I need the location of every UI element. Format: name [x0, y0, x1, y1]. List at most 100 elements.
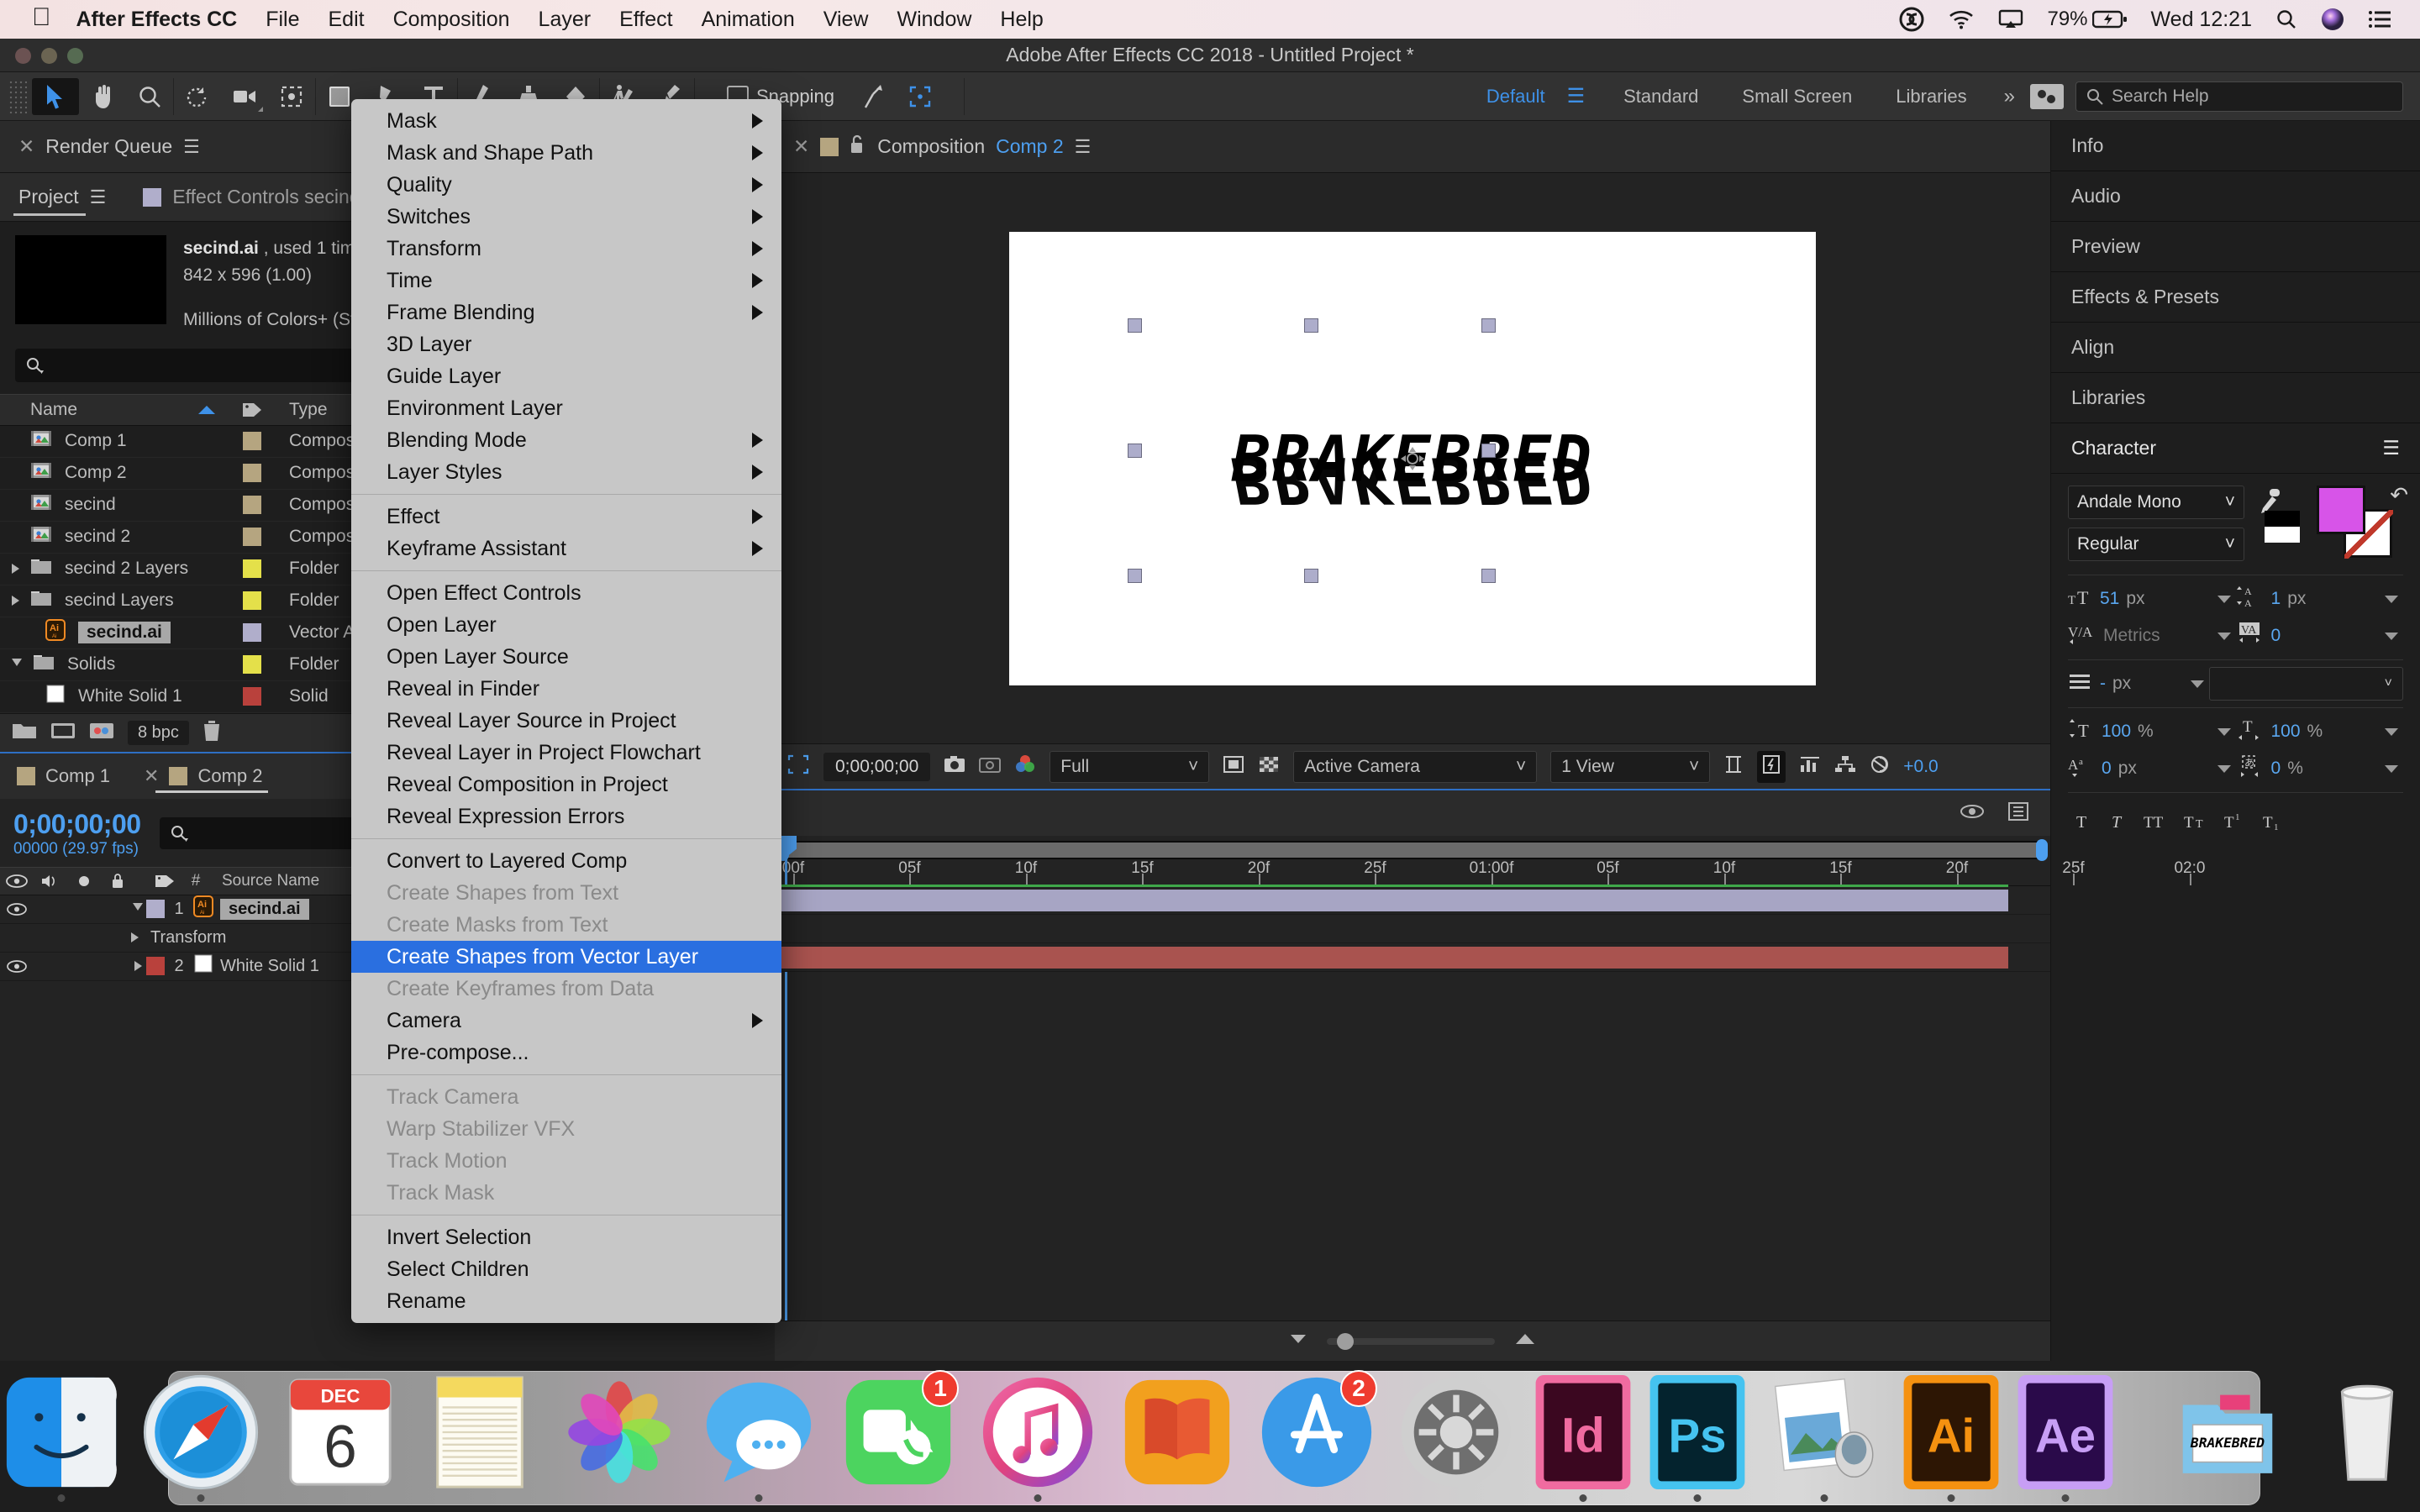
camera-orbit-tool[interactable]	[221, 78, 268, 115]
reset-exposure-icon[interactable]	[1870, 754, 1890, 780]
context-menu-item[interactable]: Effect	[351, 501, 781, 533]
context-menu-item[interactable]: Rename	[351, 1285, 781, 1317]
workspace-default[interactable]: Default	[1465, 86, 1567, 108]
guides-icon[interactable]	[1723, 754, 1744, 780]
layer-visibility-toggle[interactable]	[0, 902, 34, 916]
leading-field[interactable]: AA 1 px	[2236, 580, 2404, 617]
chevron-down-icon[interactable]	[2217, 764, 2231, 773]
chevron-down-icon[interactable]	[2190, 680, 2204, 688]
context-menu-item[interactable]: Transform	[351, 233, 781, 265]
superscript-icon[interactable]: T1	[2223, 810, 2251, 837]
label-color-swatch[interactable]	[243, 623, 261, 642]
dock-item-messages[interactable]	[697, 1370, 821, 1502]
snapping-bounds-icon[interactable]	[897, 78, 944, 115]
composition-viewer[interactable]: BRAKEBRED BRAKEBRED	[775, 173, 2050, 743]
layer-label-swatch[interactable]	[146, 957, 165, 975]
label-color-swatch[interactable]	[243, 559, 261, 578]
dock-item-ibooks[interactable]	[1115, 1370, 1239, 1494]
zoom-in-icon[interactable]	[1513, 1332, 1537, 1350]
dock-item-illustrator[interactable]: Ai	[1902, 1370, 2001, 1502]
menu-help[interactable]: Help	[1000, 8, 1043, 32]
context-menu-item[interactable]: Invert Selection	[351, 1221, 781, 1253]
context-menu-item[interactable]: Reveal Expression Errors	[351, 801, 781, 832]
toggle-switches-modes-icon[interactable]	[1960, 801, 1985, 827]
menu-view[interactable]: View	[823, 8, 869, 32]
label-color-swatch[interactable]	[243, 528, 261, 546]
camera-snapshot-icon[interactable]	[944, 755, 965, 779]
timeline-track[interactable]	[775, 943, 2050, 972]
notification-center-icon[interactable]	[2368, 10, 2391, 29]
panel-menu-icon[interactable]: ☰	[90, 186, 107, 208]
fill-color-swatch[interactable]	[2317, 486, 2365, 534]
clock-label[interactable]: Wed 12:21	[2151, 8, 2252, 32]
timeline-track[interactable]	[775, 885, 2050, 915]
delete-icon[interactable]	[203, 720, 221, 746]
black-white-swatch-icon[interactable]	[2265, 511, 2300, 543]
minimize-window-button[interactable]	[41, 48, 57, 64]
panel-preview[interactable]: Preview	[2051, 222, 2420, 272]
zoom-tool[interactable]	[126, 78, 173, 115]
workspace-libraries[interactable]: Libraries	[1874, 86, 1988, 108]
menu-animation[interactable]: Animation	[702, 8, 795, 32]
dock-item-itunes[interactable]	[976, 1370, 1100, 1502]
view-layout-select[interactable]: 1 View ˅	[1550, 750, 1711, 783]
menu-composition[interactable]: Composition	[393, 8, 510, 32]
window-traffic-lights[interactable]	[15, 48, 83, 64]
property-twirl-icon[interactable]	[131, 932, 139, 942]
dock-item-photos[interactable]	[557, 1370, 681, 1494]
chevron-down-icon[interactable]	[2385, 595, 2398, 603]
dock-item-after-effects[interactable]: Ae	[2016, 1370, 2115, 1502]
context-menu-item[interactable]: Reveal Layer in Project Flowchart	[351, 737, 781, 769]
timeline-icon[interactable]	[1799, 755, 1821, 779]
column-header-label-color[interactable]	[227, 402, 277, 418]
context-menu-item[interactable]: Reveal in Finder	[351, 673, 781, 705]
column-header-name[interactable]: Name	[0, 400, 227, 420]
dock-item-photoshop[interactable]: Ps	[1648, 1370, 1747, 1502]
rotation-tool[interactable]	[174, 78, 221, 115]
wifi-icon[interactable]	[1948, 9, 1975, 29]
context-menu-item[interactable]: Camera	[351, 1005, 781, 1037]
work-area-bar[interactable]	[781, 841, 2044, 859]
tab-render-queue[interactable]: ✕ Render Queue ☰	[0, 121, 218, 173]
context-menu-item[interactable]: Guide Layer	[351, 360, 781, 392]
panel-menu-icon[interactable]: ☰	[1075, 136, 1092, 158]
context-menu-item[interactable]: Blending Mode	[351, 424, 781, 456]
selection-handle-tl[interactable]	[1128, 318, 1142, 333]
workspace-small-screen[interactable]: Small Screen	[1720, 86, 1874, 108]
current-timecode[interactable]: 0;00;00;00	[13, 809, 141, 840]
close-icon[interactable]: ✕	[18, 135, 34, 158]
context-menu-item[interactable]: Mask and Shape Path	[351, 137, 781, 169]
zoom-out-icon[interactable]	[1288, 1333, 1308, 1349]
project-settings-icon[interactable]	[89, 721, 114, 745]
close-icon[interactable]: ✕	[793, 135, 809, 158]
show-snapshot-icon[interactable]	[979, 755, 1002, 779]
hand-tool[interactable]	[79, 78, 126, 115]
dock-item-safari[interactable]	[139, 1370, 263, 1502]
stroke-width-field[interactable]: - px	[2068, 665, 2209, 702]
menu-window[interactable]: Window	[897, 8, 971, 32]
tracking-field[interactable]: VA 0	[2236, 617, 2404, 654]
search-help-input[interactable]: Search Help	[2075, 81, 2403, 112]
small-caps-icon[interactable]: TT	[2182, 810, 2212, 837]
timeline-tab-comp-2[interactable]: ✕ Comp 2	[127, 753, 279, 799]
close-icon[interactable]: ✕	[144, 765, 159, 787]
chevron-down-icon[interactable]	[2217, 632, 2231, 640]
timeline-empty-area[interactable]	[775, 972, 2050, 1320]
dock-trash[interactable]	[2305, 1370, 2420, 1494]
font-style-select[interactable]: Regular ˅	[2068, 528, 2244, 561]
layer-context-menu[interactable]: Mask Mask and Shape Path Quality Switches Tr…	[351, 99, 781, 1323]
dock-item-finder[interactable]	[0, 1370, 124, 1502]
panel-audio[interactable]: Audio	[2051, 171, 2420, 222]
subscript-icon[interactable]: T1	[2261, 810, 2290, 837]
swap-fill-stroke-icon[interactable]: ↶	[2390, 482, 2408, 508]
transparency-grid-icon[interactable]	[1258, 754, 1280, 780]
workspace-standard[interactable]: Standard	[1602, 86, 1720, 108]
context-menu-item[interactable]: Frame Blending	[351, 297, 781, 328]
font-family-select[interactable]: Andale Mono ˅	[2068, 486, 2244, 519]
layer-visibility-toggle[interactable]	[0, 959, 34, 973]
airplay-icon[interactable]	[1998, 9, 2023, 29]
faux-italic-icon[interactable]: T	[2107, 810, 2132, 837]
horizontal-scale-field[interactable]: T 100 %	[2236, 713, 2404, 750]
panel-menu-icon[interactable]: ☰	[183, 136, 200, 158]
creative-cloud-icon[interactable]	[1899, 7, 1924, 32]
